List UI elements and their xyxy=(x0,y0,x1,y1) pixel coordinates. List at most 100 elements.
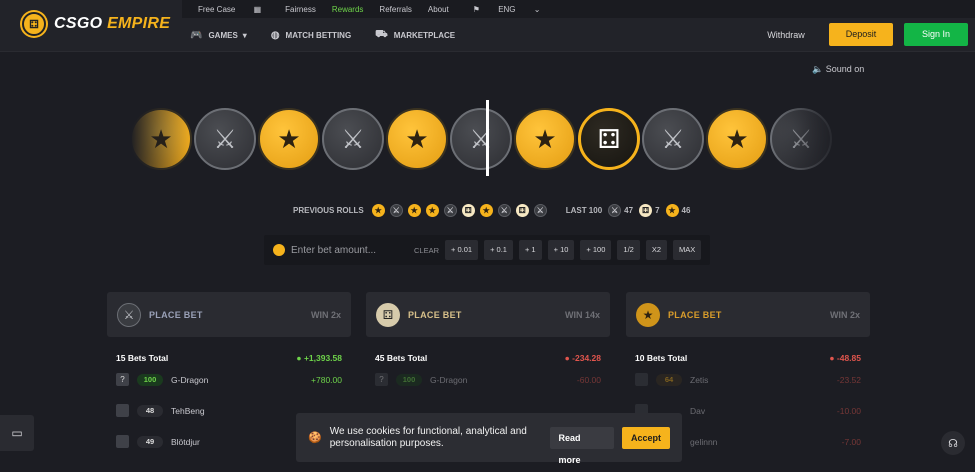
bet-value: -7.00 xyxy=(841,436,861,447)
nav-games[interactable]: 🎮 GAMES ▾ xyxy=(190,26,247,44)
bet-double-button[interactable]: X2 xyxy=(645,240,668,260)
ct-icon: ⚔ xyxy=(608,204,622,217)
level-badge: 49 xyxy=(137,435,163,448)
bet-add-100-button[interactable]: + 100 xyxy=(580,240,612,260)
cookie-banner: 🍪 We use cookies for functional, analyti… xyxy=(296,413,682,465)
place-bet-label: PLACE BET xyxy=(149,309,203,320)
logo[interactable]: ⚃ CSGO EMPIRE xyxy=(22,12,170,36)
bets-total-row: 45 Bets Total ● -234.28 xyxy=(366,353,610,363)
link-rewards[interactable]: Rewards xyxy=(332,5,364,14)
last100-t-count: 46 xyxy=(681,206,691,215)
coin-icon xyxy=(273,244,285,256)
level-badge: 100 xyxy=(396,373,422,386)
bet-value: -10.00 xyxy=(836,405,861,416)
prev-roll-ct-icon: ⚔ xyxy=(533,204,547,217)
flag-icon: ⚑ xyxy=(472,4,480,14)
clear-button[interactable]: CLEAR xyxy=(414,246,439,255)
bet-amount-input[interactable] xyxy=(291,240,411,260)
headset-icon: ☊ xyxy=(948,437,958,450)
bet-value: -60.00 xyxy=(576,374,601,385)
place-bet-t-button[interactable]: ★ PLACE BET WIN 2x xyxy=(626,292,870,337)
bet-controls: CLEAR + 0.01 + 0.1 + 1 + 10 + 100 1/2 X2… xyxy=(264,235,710,265)
cookie-icon: 🍪 xyxy=(308,432,322,444)
chevron-down-icon: ⌄ xyxy=(533,4,541,14)
cookie-text: We use cookies for functional, analytica… xyxy=(329,425,527,449)
gift-icon: ▦ xyxy=(253,4,262,14)
link-referrals[interactable]: Referrals xyxy=(379,5,411,14)
roller-coin: ★ xyxy=(258,108,320,170)
player-name: TehBeng xyxy=(171,405,205,416)
player-name: G-Dragon xyxy=(171,374,209,385)
top-links: Free Case ▦ Fairness Rewards Referrals A… xyxy=(182,0,975,18)
bet-row: 64 Zetis -23.52 xyxy=(626,365,870,394)
total-amount: ● -48.85 xyxy=(829,353,861,363)
link-free-case[interactable]: Free Case ▦ xyxy=(190,5,269,14)
top-bar: ⚃ CSGO EMPIRE Free Case ▦ Fairness Rewar… xyxy=(0,0,975,52)
chat-toggle[interactable]: ▭ xyxy=(0,415,34,451)
player-name: Zetis xyxy=(690,374,709,385)
read-more-button[interactable]: Read more xyxy=(549,426,614,465)
place-bet-label: PLACE BET xyxy=(668,309,722,320)
last100-ct-count: 47 xyxy=(624,206,634,215)
nav-match-betting[interactable]: ◍ MATCH BETTING xyxy=(271,26,351,44)
bonus-dice-icon: ⚃ xyxy=(376,302,400,327)
bets-total: 10 Bets Total xyxy=(635,353,688,363)
t-icon: ★ xyxy=(665,204,679,217)
t-icon: ★ xyxy=(636,302,660,327)
bonus-icon: ⚃ xyxy=(639,204,653,217)
place-bet-label: PLACE BET xyxy=(408,309,462,320)
link-fairness[interactable]: Fairness xyxy=(285,5,316,14)
sound-toggle[interactable]: 🔈 Sound on xyxy=(812,64,864,75)
bets-total-row: 15 Bets Total ● +1,393.58 xyxy=(107,353,351,363)
withdraw-button[interactable]: Withdraw xyxy=(756,24,816,46)
roller-coin: ★ xyxy=(386,108,448,170)
main-nav: 🎮 GAMES ▾ ◍ MATCH BETTING ⛟ MARKETPLACE xyxy=(190,26,479,44)
roller-coin: ★ xyxy=(514,108,576,170)
bet-add-0.1-button[interactable]: + 0.1 xyxy=(484,240,513,260)
last100-bonus-count: 7 xyxy=(655,206,660,215)
gamepad-icon: 🎮 xyxy=(190,29,203,41)
prev-roll-bonus-icon: ⚃ xyxy=(515,204,529,217)
link-about[interactable]: About xyxy=(428,5,449,14)
win-multiplier: WIN 2x xyxy=(829,309,860,320)
bet-add-0.01-button[interactable]: + 0.01 xyxy=(445,240,479,260)
total-amount: ● +1,393.58 xyxy=(296,353,342,363)
place-bet-ct-button[interactable]: ⚔ PLACE BET WIN 2x xyxy=(107,292,351,337)
player-name: Blötdjur xyxy=(171,436,200,447)
avatar xyxy=(116,404,129,417)
dice-icon: ⚃ xyxy=(22,12,46,36)
coin-icon: ● xyxy=(296,353,302,363)
roller-coin-bonus: ⚃ xyxy=(578,108,640,170)
prev-roll-ct-icon: ⚔ xyxy=(443,204,457,217)
bet-max-button[interactable]: MAX xyxy=(673,240,702,260)
roller-coin: ⚔ xyxy=(642,108,704,170)
sign-in-button[interactable]: Sign In xyxy=(904,23,968,46)
deposit-button[interactable]: Deposit xyxy=(829,23,893,46)
coin-icon: ● xyxy=(829,353,835,363)
support-button[interactable]: ☊ xyxy=(941,431,965,455)
win-multiplier: WIN 14x xyxy=(564,309,600,320)
language-select[interactable]: ⚑ ENG ⌄ xyxy=(465,5,549,14)
place-bet-bonus-button[interactable]: ⚃ PLACE BET WIN 14x xyxy=(366,292,610,337)
prev-roll-t-icon: ★ xyxy=(407,204,421,217)
roller-coin: ★ xyxy=(706,108,768,170)
bet-add-1-button[interactable]: + 1 xyxy=(518,240,542,260)
logo-text-left: CSGO xyxy=(54,15,103,32)
prev-roll-ct-icon: ⚔ xyxy=(389,204,403,217)
bet-value: +780.00 xyxy=(311,374,342,385)
bet-add-10-button[interactable]: + 10 xyxy=(547,240,575,260)
previous-rolls: PREVIOUS ROLLS ★ ⚔ ★ ★ ⚔ ⚃ ★ ⚔ ⚃ ⚔ LAST … xyxy=(293,204,690,217)
accept-button[interactable]: Accept xyxy=(621,426,670,449)
prev-roll-t-icon: ★ xyxy=(425,204,439,217)
bet-row: ? 100 G-Dragon +780.00 xyxy=(107,365,351,394)
previous-rolls-label: PREVIOUS ROLLS xyxy=(293,206,364,215)
roller-coin: ⚔ xyxy=(322,108,384,170)
nav-marketplace[interactable]: ⛟ MARKETPLACE xyxy=(375,26,455,44)
roller-coin: ⚔ xyxy=(450,108,512,170)
cart-icon: ⛟ xyxy=(375,28,388,40)
bet-half-button[interactable]: 1/2 xyxy=(617,240,640,260)
roller-coin: ⚔ xyxy=(194,108,256,170)
player-name: Dav xyxy=(690,405,706,416)
avatar: ? xyxy=(116,373,129,386)
caret-down-icon: ▾ xyxy=(242,30,247,40)
